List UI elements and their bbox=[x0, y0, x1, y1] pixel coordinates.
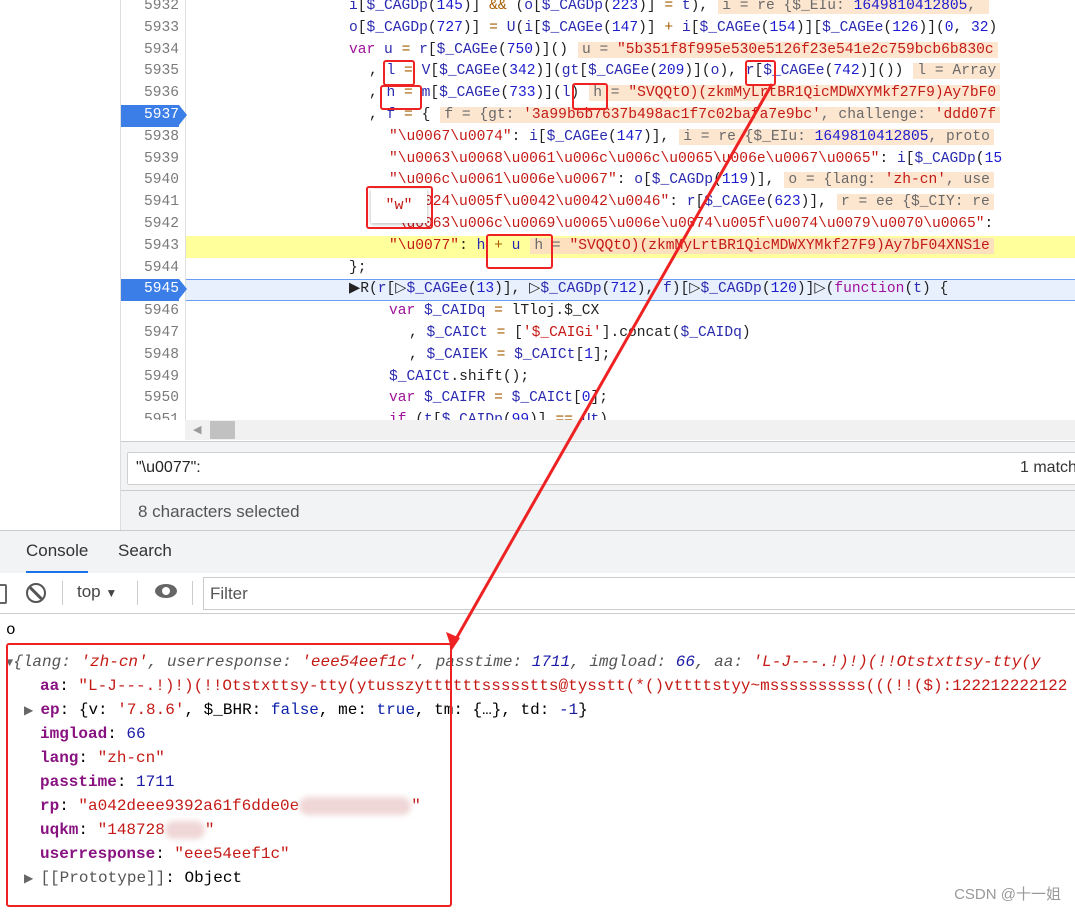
arrow-line bbox=[450, 83, 774, 647]
watermark: CSDN @十一姐 bbox=[954, 886, 1061, 903]
annotation-arrow bbox=[446, 83, 774, 650]
